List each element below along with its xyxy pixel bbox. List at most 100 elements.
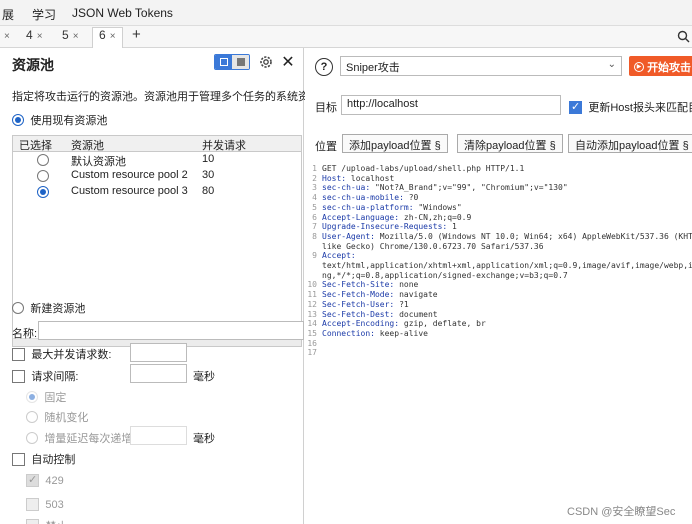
auto-throttle-checkbox[interactable] <box>12 452 25 466</box>
increase-delay-label: 增量延迟每次递增 <box>44 433 133 445</box>
tab-close-icon[interactable]: × <box>110 31 116 42</box>
menu-item-jwt[interactable]: JSON Web Tokens <box>72 6 173 20</box>
use-existing-label: 使用现有资源池 <box>30 115 108 127</box>
header-key: sec-ch-ua-mobile: <box>322 193 404 203</box>
pool-name: Custom resource pool 2 <box>71 169 188 181</box>
cut-checkbox <box>26 519 39 524</box>
request-line: text/html,application/xhtml+xml,applicat… <box>322 261 692 271</box>
line-number: 10 <box>307 280 317 290</box>
update-host-option[interactable]: 更新Host报头来匹配目 <box>569 99 692 115</box>
line-number: 5 <box>312 202 317 212</box>
chevron-down-icon: ⌄ <box>607 59 616 70</box>
tab-close-icon[interactable]: × <box>73 31 79 42</box>
new-pool-option[interactable]: 新建资源池 <box>12 300 85 316</box>
request-line: Sec-Fetch-Mode: navigate <box>322 290 438 300</box>
update-host-checkbox[interactable] <box>569 100 582 114</box>
request-line: Sec-Fetch-User: ?1 <box>322 300 409 310</box>
table-row[interactable]: Custom resource pool 3 80 <box>13 184 301 200</box>
header-key: Accept-Language: <box>322 212 400 222</box>
header-selected[interactable]: 已选择 <box>19 137 52 153</box>
auto-throttle-option[interactable]: 自动控制 <box>12 451 75 467</box>
header-key: Upgrade-Insecure-Requests: <box>322 222 448 232</box>
line-number: 9 <box>312 251 317 261</box>
line-number: 12 <box>307 299 317 309</box>
table-row[interactable]: Custom resource pool 2 30 <box>13 168 301 184</box>
resource-pool-panel: 资源池 ✕ 指定将攻击运行的资源池。资源池用于管理多个任务的系统资源 使用现有资… <box>0 48 320 524</box>
ms-unit-label: 毫秒 <box>193 371 215 383</box>
tab-close-icon[interactable]: × <box>4 31 10 42</box>
request-interval-label: 请求间隔: <box>31 371 79 383</box>
header-value: "Windows" <box>413 202 462 212</box>
tab-bar: × 4 × 5 × 6 × + <box>0 26 692 48</box>
max-concurrent-checkbox[interactable] <box>12 347 25 361</box>
header-value: GET /upload-labs/upload/shell.php HTTP/1… <box>322 164 525 173</box>
request-line: Sec-Fetch-Dest: document <box>322 310 438 320</box>
use-existing-radio[interactable] <box>12 114 24 126</box>
add-payload-button[interactable]: 添加payload位置 § <box>342 134 448 153</box>
top-menu-bar: 展 学习 JSON Web Tokens <box>0 0 692 26</box>
pool-select-radio[interactable] <box>37 154 49 166</box>
header-key: sec-ch-ua: <box>322 183 371 193</box>
header-value: like Gecko) Chrome/130.0.6723.70 Safari/… <box>322 241 544 251</box>
table-header: 已选择 资源池 并发请求 <box>13 136 301 152</box>
menu-item-learn[interactable]: 学习 <box>32 6 56 23</box>
request-line: Accept-Language: zh-CN,zh;q=0.9 <box>322 213 471 223</box>
request-interval-input[interactable] <box>130 364 187 383</box>
update-host-label: 更新Host报头来匹配目 <box>588 102 692 114</box>
gear-icon[interactable] <box>257 53 275 71</box>
menu-item-1[interactable]: 展 <box>2 6 14 23</box>
random-radio <box>26 411 38 423</box>
ms-unit-label-2: 毫秒 <box>193 433 215 445</box>
line-number: 4 <box>312 193 317 203</box>
layout-toggle[interactable] <box>214 54 250 70</box>
close-icon[interactable]: ✕ <box>280 53 296 71</box>
pool-name-input[interactable] <box>38 321 304 340</box>
header-value: "Not?A_Brand";v="99", "Chromium";v="130" <box>370 183 568 193</box>
tab-6[interactable]: 6 × <box>92 27 123 48</box>
header-pool[interactable]: 资源池 <box>71 137 104 153</box>
pool-select-radio[interactable] <box>37 186 49 198</box>
positions-label: 位置 <box>315 141 337 153</box>
tab-4[interactable]: 4 × <box>26 28 43 46</box>
layout-single-icon[interactable] <box>232 55 249 69</box>
line-number: 11 <box>307 290 317 300</box>
use-existing-option[interactable]: 使用现有资源池 <box>12 112 107 128</box>
random-option: 随机变化 <box>26 409 88 425</box>
line-number: 17 <box>307 348 317 358</box>
line-number: 16 <box>307 338 317 348</box>
start-attack-button[interactable]: ▶ 开始攻击 <box>629 56 692 76</box>
help-icon[interactable]: ? <box>315 58 333 76</box>
max-concurrent-input[interactable] <box>130 343 187 362</box>
max-concurrent-option[interactable]: 最大并发请求数: <box>12 346 111 362</box>
request-line: Accept: <box>322 251 356 261</box>
layout-split-icon[interactable] <box>215 55 232 69</box>
tab-5[interactable]: 5 × <box>62 28 79 46</box>
line-number: 15 <box>307 328 317 338</box>
request-interval-checkbox[interactable] <box>12 369 25 383</box>
line-number: 7 <box>312 222 317 232</box>
code-503-checkbox <box>26 498 39 512</box>
add-tab-button[interactable]: + <box>132 26 141 44</box>
code-429-option: 429 <box>26 473 64 488</box>
pool-select-radio[interactable] <box>37 170 49 182</box>
header-value: zh-CN,zh;q=0.9 <box>399 212 472 222</box>
auto-payload-button[interactable]: 自动添加payload位置 § <box>568 134 692 153</box>
search-icon[interactable] <box>676 29 690 43</box>
header-key: Host: <box>322 173 347 183</box>
request-line: sec-ch-ua-platform: "Windows" <box>322 203 462 213</box>
target-input[interactable]: http://localhost <box>341 95 561 115</box>
play-icon: ▶ <box>634 62 644 72</box>
request-interval-option[interactable]: 请求间隔: <box>12 368 78 384</box>
attack-type-select[interactable]: Sniper攻击 ⌄ <box>340 56 622 76</box>
header-concurrent[interactable]: 并发请求 <box>202 137 246 153</box>
table-row[interactable]: 默认资源池 10 <box>13 152 301 168</box>
tab-partial[interactable]: × <box>0 28 10 46</box>
tab-label: 4 <box>26 28 33 42</box>
tab-close-icon[interactable]: × <box>37 31 43 42</box>
panel-description: 指定将攻击运行的资源池。资源池用于管理多个任务的系统资源 <box>12 91 320 103</box>
request-editor[interactable]: 1 GET /upload-labs/upload/shell.php HTTP/… <box>305 162 692 524</box>
line-number: 13 <box>307 309 317 319</box>
pool-concurrent: 30 <box>202 169 215 181</box>
clear-payload-button[interactable]: 清除payload位置 § <box>457 134 563 153</box>
new-pool-radio[interactable] <box>12 302 24 314</box>
